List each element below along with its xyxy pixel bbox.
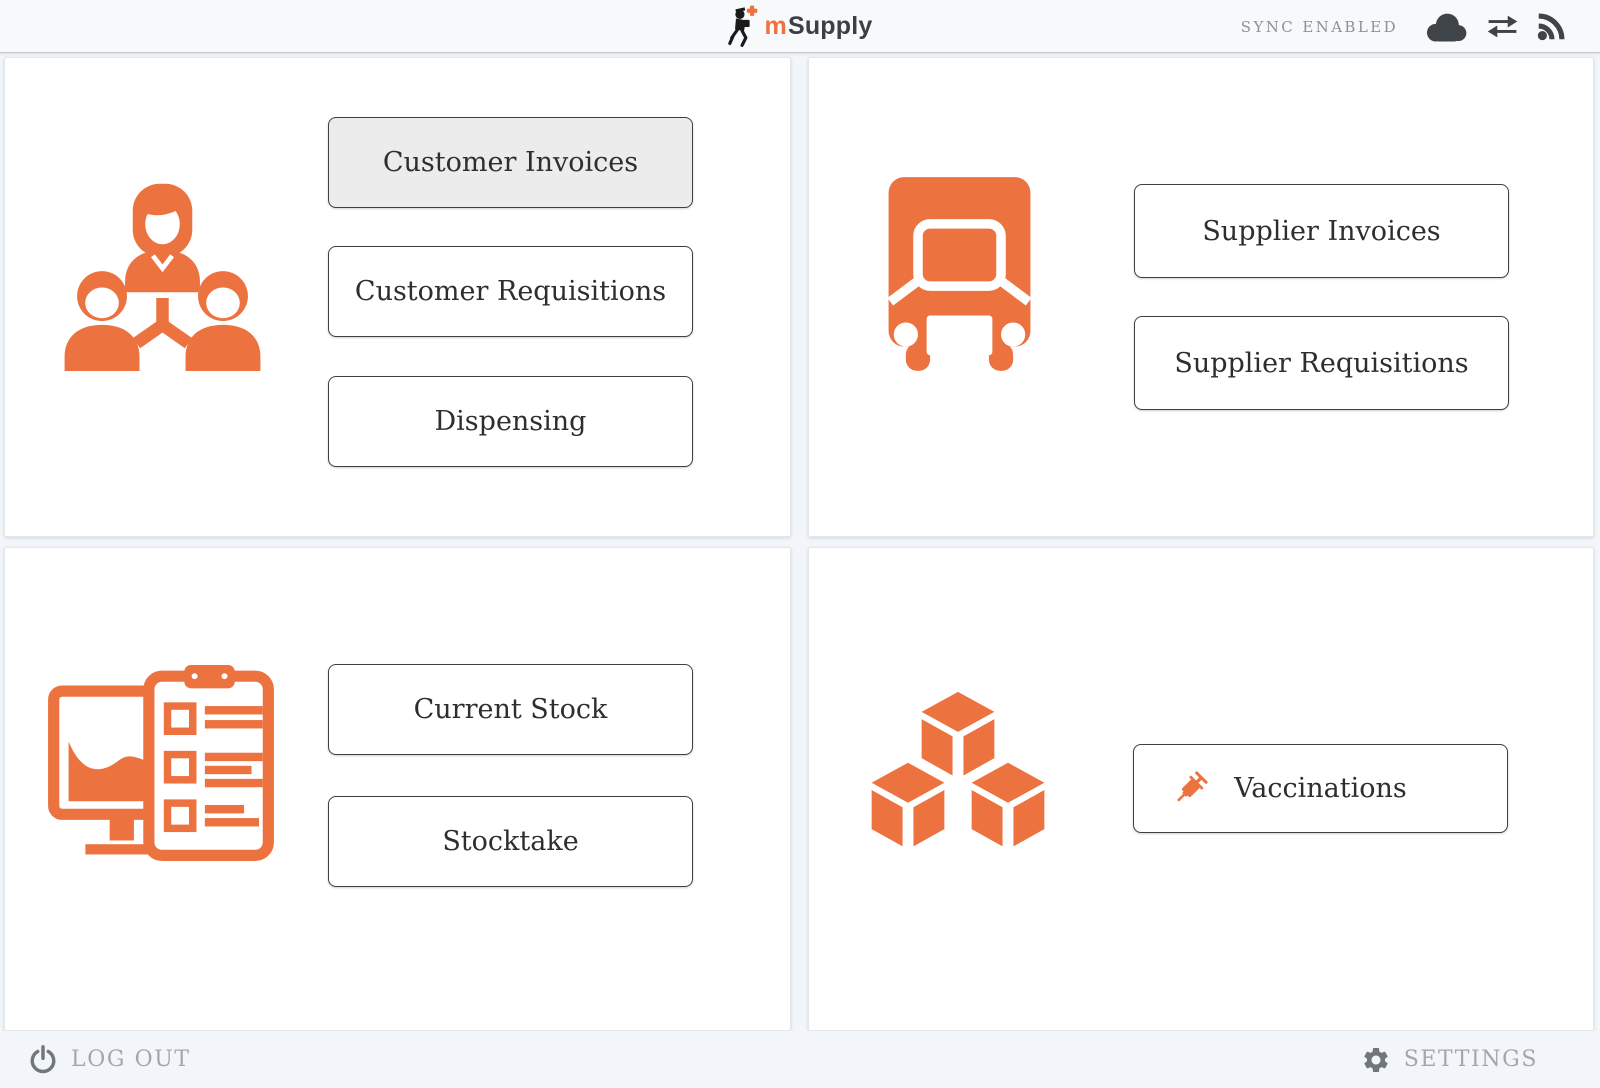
sync-arrows-icon[interactable] <box>1486 13 1519 40</box>
dispensing-button[interactable]: Dispensing <box>328 376 693 467</box>
customers-icon <box>44 179 281 371</box>
panel-stock: Current Stock Stocktake <box>4 547 791 1031</box>
truck-icon <box>873 159 1046 389</box>
header-status-cluster: SYNC ENABLED <box>1241 0 1567 53</box>
supplier-requisitions-button[interactable]: Supplier Requisitions <box>1134 316 1509 410</box>
running-man-icon <box>728 5 760 47</box>
customer-invoices-button[interactable]: Customer Invoices <box>328 117 693 208</box>
msupply-logo: mSupply <box>728 5 873 47</box>
gear-icon <box>1361 1045 1391 1075</box>
cloud-icon[interactable] <box>1423 10 1469 43</box>
supplier-invoices-button[interactable]: Supplier Invoices <box>1134 184 1509 278</box>
settings-button[interactable]: SETTINGS <box>1361 1045 1538 1075</box>
panel-customer: Customer Invoices Customer Requisitions … <box>4 57 791 537</box>
log-out-button[interactable]: LOG OUT <box>28 1045 191 1075</box>
cubes-icon <box>858 676 1058 864</box>
settings-label: SETTINGS <box>1404 1047 1538 1072</box>
panel-supplier: Supplier Invoices Supplier Requisitions <box>808 57 1594 537</box>
stocktake-button[interactable]: Stocktake <box>328 796 693 887</box>
logo-text-m: m <box>765 12 787 41</box>
logo-text-supply: Supply <box>788 12 873 41</box>
log-out-label: LOG OUT <box>71 1047 191 1072</box>
app-header: mSupply SYNC ENABLED <box>0 0 1600 53</box>
app-footer: LOG OUT SETTINGS <box>0 1031 1600 1088</box>
wifi-icon[interactable] <box>1536 11 1567 42</box>
power-icon <box>28 1045 58 1075</box>
panel-vaccines: Vaccinations <box>808 547 1594 1031</box>
stock-report-icon <box>41 665 281 861</box>
customer-requisitions-button[interactable]: Customer Requisitions <box>328 246 693 337</box>
current-stock-button[interactable]: Current Stock <box>328 664 693 755</box>
syringe-icon <box>1172 771 1208 807</box>
vaccinations-button-label: Vaccinations <box>1234 773 1406 804</box>
vaccinations-button[interactable]: Vaccinations <box>1133 744 1508 833</box>
sync-status-label: SYNC ENABLED <box>1241 18 1398 36</box>
